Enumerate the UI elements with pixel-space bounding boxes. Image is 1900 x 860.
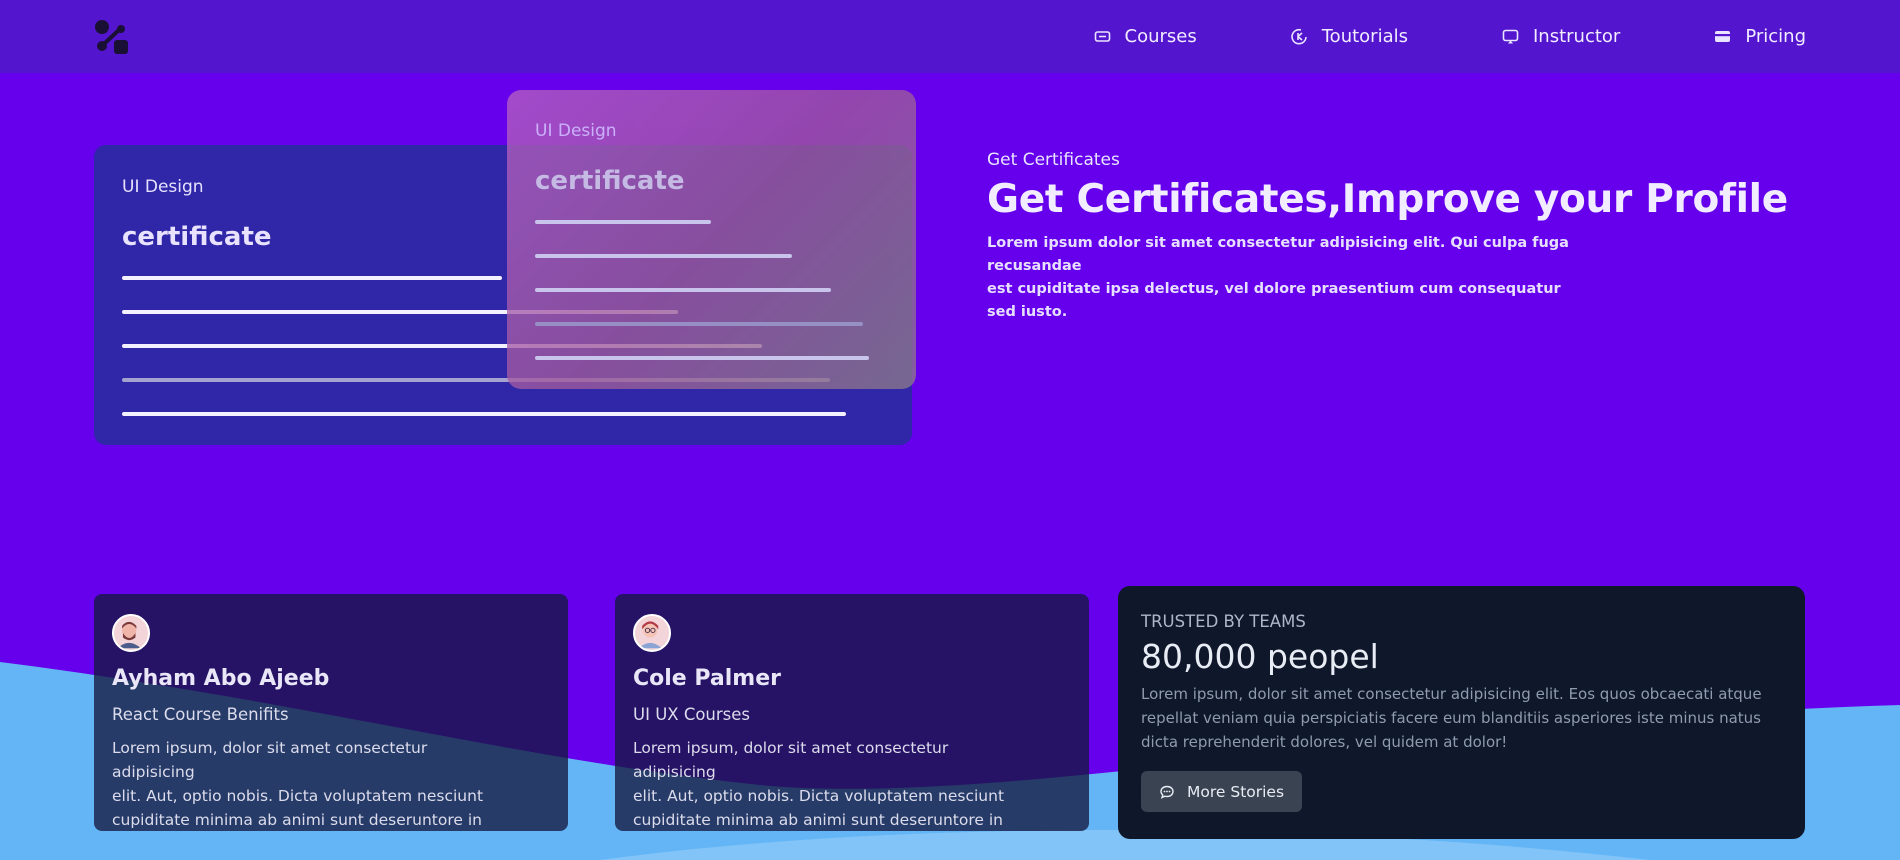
testimonial-name: Cole Palmer bbox=[633, 666, 781, 691]
navbar: Courses Toutorials Instructor Pricing bbox=[0, 0, 1900, 73]
testimonial-body: Lorem ipsum, dolor sit amet consectetur … bbox=[112, 736, 502, 832]
testimonial-card: Ayham Abo Ajeeb React Course Benifits Lo… bbox=[94, 594, 568, 831]
hero-description: Lorem ipsum dolor sit amet consectetur a… bbox=[987, 232, 1587, 324]
certificate-card-front: UI Design certificate bbox=[507, 90, 916, 389]
nav-item-courses[interactable]: Courses bbox=[1094, 26, 1197, 47]
trusted-by-teams-card: Trusted by teams 80,000 peopel Lorem ips… bbox=[1118, 586, 1805, 839]
testimonial-name: Ayham Abo Ajeeb bbox=[112, 666, 330, 691]
nav-label: Toutorials bbox=[1321, 26, 1408, 47]
certificate-kicker: UI Design bbox=[122, 177, 204, 197]
nav-item-instructor[interactable]: Instructor bbox=[1502, 26, 1620, 47]
certificate-title: certificate bbox=[122, 222, 272, 252]
chat-bubble-icon bbox=[1160, 785, 1174, 799]
nav-label: Courses bbox=[1124, 26, 1197, 47]
trust-kicker: Trusted by teams bbox=[1141, 612, 1306, 631]
placeholder-line bbox=[122, 412, 846, 416]
testimonial-body-line: elit. Aut, optio nobis. Dicta voluptatem… bbox=[633, 787, 1005, 805]
nav-item-pricing[interactable]: Pricing bbox=[1714, 26, 1806, 47]
screen-icon bbox=[1502, 29, 1519, 44]
more-stories-label: More Stories bbox=[1187, 782, 1285, 801]
placeholder-line bbox=[535, 220, 711, 224]
testimonial-body: Lorem ipsum, dolor sit amet consectetur … bbox=[633, 736, 1023, 832]
trust-number: 80,000 peopel bbox=[1141, 637, 1379, 676]
testimonial-card: Cole Palmer UI UX Courses Lorem ipsum, d… bbox=[615, 594, 1089, 831]
testimonial-body-line: cupiditate minima ab animi sunt deserunt… bbox=[633, 811, 1003, 829]
placeholder-line bbox=[122, 276, 502, 280]
placeholder-line bbox=[535, 322, 863, 326]
placeholder-line bbox=[535, 254, 792, 258]
nav-label: Pricing bbox=[1745, 26, 1806, 47]
certificate-title: certificate bbox=[535, 166, 685, 196]
avatar bbox=[633, 614, 671, 652]
nav-item-tutorials[interactable]: Toutorials bbox=[1290, 26, 1408, 47]
testimonial-body-line: Lorem ipsum, dolor sit amet consectetur … bbox=[112, 739, 428, 781]
main-nav: Courses Toutorials Instructor Pricing bbox=[1094, 26, 1806, 47]
testimonial-body-line: Lorem ipsum, dolor sit amet consectetur … bbox=[633, 739, 949, 781]
nav-label: Instructor bbox=[1533, 26, 1621, 47]
more-stories-button[interactable]: More Stories bbox=[1141, 771, 1303, 812]
credit-card-icon bbox=[1715, 31, 1731, 42]
keyboard-icon bbox=[1094, 31, 1110, 42]
testimonial-course: React Course Benifits bbox=[112, 705, 289, 724]
hero-description-line: Lorem ipsum dolor sit amet consectetur a… bbox=[987, 235, 1569, 274]
certificate-kicker: UI Design bbox=[535, 121, 617, 141]
hero-kicker: Get Certificates bbox=[987, 150, 1120, 170]
testimonial-course: UI UX Courses bbox=[633, 705, 751, 724]
placeholder-line bbox=[535, 356, 869, 360]
testimonial-body-line: elit. Aut, optio nobis. Dicta voluptatem… bbox=[112, 787, 484, 805]
tutorial-icon bbox=[1290, 28, 1307, 45]
placeholder-line bbox=[535, 288, 831, 292]
testimonial-body-line: cupiditate minima ab animi sunt deserunt… bbox=[112, 811, 482, 829]
logo-icon[interactable] bbox=[94, 19, 130, 55]
trust-description: Lorem ipsum, dolor sit amet consectetur … bbox=[1141, 685, 1762, 751]
hero-title: Get Certificates,Improve your Profile bbox=[987, 177, 1788, 222]
hero-description-line: est cupiditate ipsa delectus, vel dolore… bbox=[987, 281, 1561, 320]
avatar bbox=[112, 614, 150, 652]
